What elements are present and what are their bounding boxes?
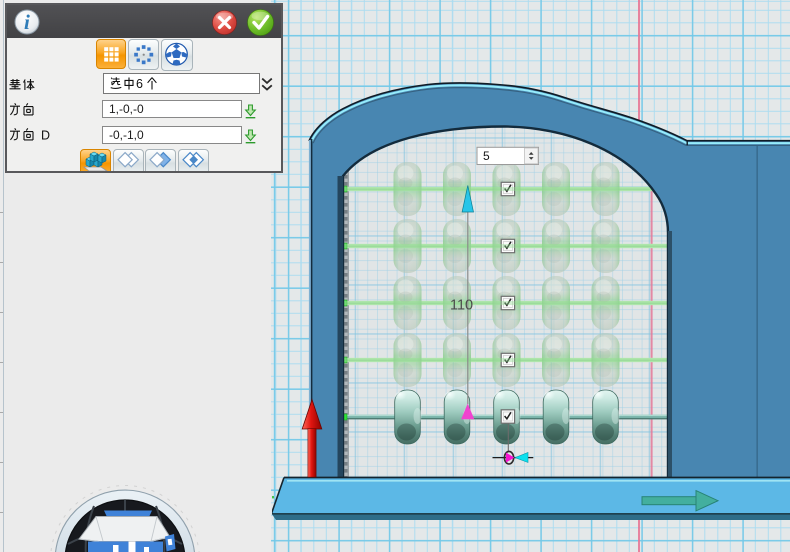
svg-text:110: 110: [450, 298, 473, 314]
svg-text:D: D: [41, 129, 50, 142]
svg-text:i: i: [24, 10, 30, 34]
svg-text:5: 5: [483, 149, 490, 163]
svg-text:6: 6: [136, 77, 143, 90]
